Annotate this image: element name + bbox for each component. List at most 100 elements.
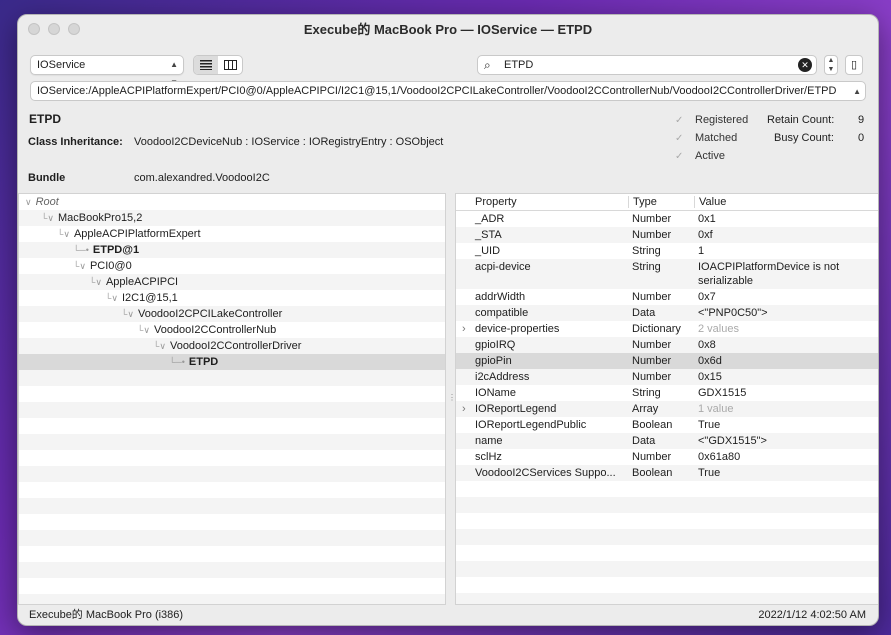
- property-row[interactable]: _ADR Number 0x1: [456, 211, 878, 227]
- disclosure-open-icon[interactable]: └∨: [153, 341, 166, 351]
- property-value: GDX1515: [698, 387, 747, 399]
- empty-row: [456, 513, 878, 529]
- tree-row[interactable]: └∨ VoodooI2CControllerNub: [19, 322, 445, 338]
- property-value: 0xf: [698, 229, 713, 241]
- disclosure-open-icon[interactable]: └∨: [121, 309, 134, 319]
- retain-count-label: Retain Count:: [767, 114, 835, 126]
- tree-row[interactable]: └∨ AppleACPIPCI: [19, 274, 445, 290]
- tree-row[interactable]: └∨ PCI0@0: [19, 258, 445, 274]
- empty-row: [19, 386, 445, 402]
- property-row[interactable]: › device-properties Dictionary 2 values: [456, 321, 878, 337]
- property-key: _UID: [475, 245, 501, 257]
- column-view-button[interactable]: [218, 56, 242, 74]
- tree-row[interactable]: └─• ETPD: [19, 354, 445, 370]
- list-view-button[interactable]: [194, 56, 218, 74]
- property-row[interactable]: addrWidth Number 0x7: [456, 289, 878, 305]
- tree-row[interactable]: ∨ Root: [19, 194, 445, 210]
- property-row[interactable]: › IOReportLegend Array 1 value: [456, 401, 878, 417]
- zoom-window-button[interactable]: [68, 23, 80, 35]
- property-key: gpioIRQ: [475, 339, 516, 351]
- tree-node-label: Root: [35, 196, 59, 208]
- tree-row[interactable]: └∨ VoodooI2CControllerDriver: [19, 338, 445, 354]
- property-value: 0x61a80: [698, 451, 741, 463]
- sidebar-toggle-icon[interactable]: ▯: [845, 55, 863, 75]
- property-row[interactable]: VoodooI2CServices Suppo... Boolean True: [456, 465, 878, 481]
- empty-row: [19, 434, 445, 450]
- search-stepper[interactable]: ▲ ▼: [824, 55, 838, 75]
- plane-select[interactable]: IOService ▲▼: [30, 55, 184, 87]
- property-value: 2 values: [698, 323, 739, 335]
- active-checkbox: ✓ Active: [675, 150, 725, 162]
- disclosure-open-icon[interactable]: └∨: [89, 277, 102, 287]
- tree-node: ∨ Root: [25, 194, 59, 210]
- traffic-lights: [28, 23, 80, 35]
- property-row[interactable]: sclHz Number 0x61a80: [456, 449, 878, 465]
- tree-row[interactable]: └∨ MacBookPro15,2: [19, 210, 445, 226]
- property-value: 1: [698, 245, 705, 257]
- disclosure-open-icon[interactable]: └∨: [57, 229, 70, 239]
- tree-node: └∨ AppleACPIPCI: [89, 274, 178, 290]
- property-key: device-properties: [475, 323, 560, 335]
- property-row[interactable]: _UID String 1: [456, 243, 878, 259]
- empty-row: [19, 466, 445, 482]
- tree-node-label: VoodooI2CPCILakeController: [137, 308, 283, 320]
- close-window-button[interactable]: [28, 23, 40, 35]
- property-key: IOReportLegendPublic: [475, 419, 587, 431]
- search-input[interactable]: ETPD: [504, 59, 533, 71]
- tree-row[interactable]: └∨ AppleACPIPlatformExpert: [19, 226, 445, 242]
- tree-node: └∨ VoodooI2CControllerNub: [137, 322, 276, 338]
- property-row[interactable]: name Data <"GDX1515">: [456, 433, 878, 449]
- checkmark-icon: ✓: [675, 115, 684, 126]
- property-value: IOACPIPlatformDevice is not serializable: [698, 261, 840, 287]
- properties-table[interactable]: Property Type Value _ADR Number 0x1 _STA Num…: [455, 193, 878, 605]
- column-header-property[interactable]: Property: [475, 194, 517, 211]
- empty-row: [19, 530, 445, 546]
- tree-node: └∨ PCI0@0: [73, 258, 132, 274]
- property-key: IOReportLegend: [475, 403, 557, 415]
- empty-row: [19, 562, 445, 578]
- inheritance-value: VoodooI2CDeviceNub : IOService : IORegis…: [134, 136, 444, 148]
- property-row[interactable]: IOReportLegendPublic Boolean True: [456, 417, 878, 433]
- empty-row: [456, 577, 878, 593]
- disclosure-open-icon[interactable]: └∨: [137, 325, 150, 335]
- status-machine: Execube的 MacBook Pro (i386): [29, 609, 184, 621]
- path-select[interactable]: IOService:/AppleACPIPlatformExpert/PCI0@…: [30, 81, 866, 101]
- column-header-value[interactable]: Value: [699, 194, 726, 211]
- search-icon: ⌕: [484, 58, 491, 72]
- property-row[interactable]: _STA Number 0xf: [456, 227, 878, 243]
- disclosure-open-icon[interactable]: ∨: [25, 197, 32, 207]
- split-divider[interactable]: ⋮: [446, 193, 456, 605]
- column-header-type[interactable]: Type: [633, 194, 657, 211]
- tree-row[interactable]: └─• ETPD@1: [19, 242, 445, 258]
- plane-select-value: IOService: [37, 59, 86, 71]
- property-row[interactable]: gpioIRQ Number 0x8: [456, 337, 878, 353]
- tree-row[interactable]: └∨ VoodooI2CPCILakeController: [19, 306, 445, 322]
- disclosure-open-icon[interactable]: └∨: [105, 293, 118, 303]
- disclosure-closed-icon[interactable]: ›: [462, 322, 466, 336]
- property-value: True: [698, 467, 721, 479]
- disclosure-open-icon[interactable]: └∨: [73, 261, 86, 271]
- registry-tree[interactable]: ∨ Root └∨ MacBookPro15,2 └∨ AppleACPIPlatform…: [18, 193, 446, 605]
- property-row[interactable]: acpi-device String IOACPIPlatformDevice is…: [456, 259, 878, 289]
- tree-node-label: ETPD@1: [92, 244, 140, 256]
- tree-node: └∨ VoodooI2CPCILakeController: [121, 306, 282, 322]
- search-field[interactable]: ⌕ ETPD ✕: [477, 55, 817, 75]
- bundle-value: com.alexandred.VoodooI2C: [134, 172, 270, 184]
- disclosure-open-icon[interactable]: └∨: [41, 213, 54, 223]
- property-row[interactable]: i2cAddress Number 0x15: [456, 369, 878, 385]
- property-value: 0x6d: [698, 355, 722, 367]
- minimize-window-button[interactable]: [48, 23, 60, 35]
- tree-row[interactable]: └∨ I2C1@15,1: [19, 290, 445, 306]
- property-row[interactable]: compatible Data <"PNP0C50">: [456, 305, 878, 321]
- property-row[interactable]: IOName String GDX1515: [456, 385, 878, 401]
- empty-row: [19, 514, 445, 530]
- property-type: Data: [632, 435, 656, 447]
- matched-checkbox: ✓ Matched: [675, 132, 738, 144]
- tree-node-label: PCI0@0: [89, 260, 132, 272]
- tree-node-label: I2C1@15,1: [121, 292, 178, 304]
- property-row[interactable]: gpioPin Number 0x6d: [456, 353, 878, 369]
- clear-search-icon[interactable]: ✕: [798, 58, 812, 72]
- retain-count-value: 9: [858, 114, 865, 126]
- class-name: ETPD: [29, 112, 62, 126]
- disclosure-closed-icon[interactable]: ›: [462, 402, 466, 416]
